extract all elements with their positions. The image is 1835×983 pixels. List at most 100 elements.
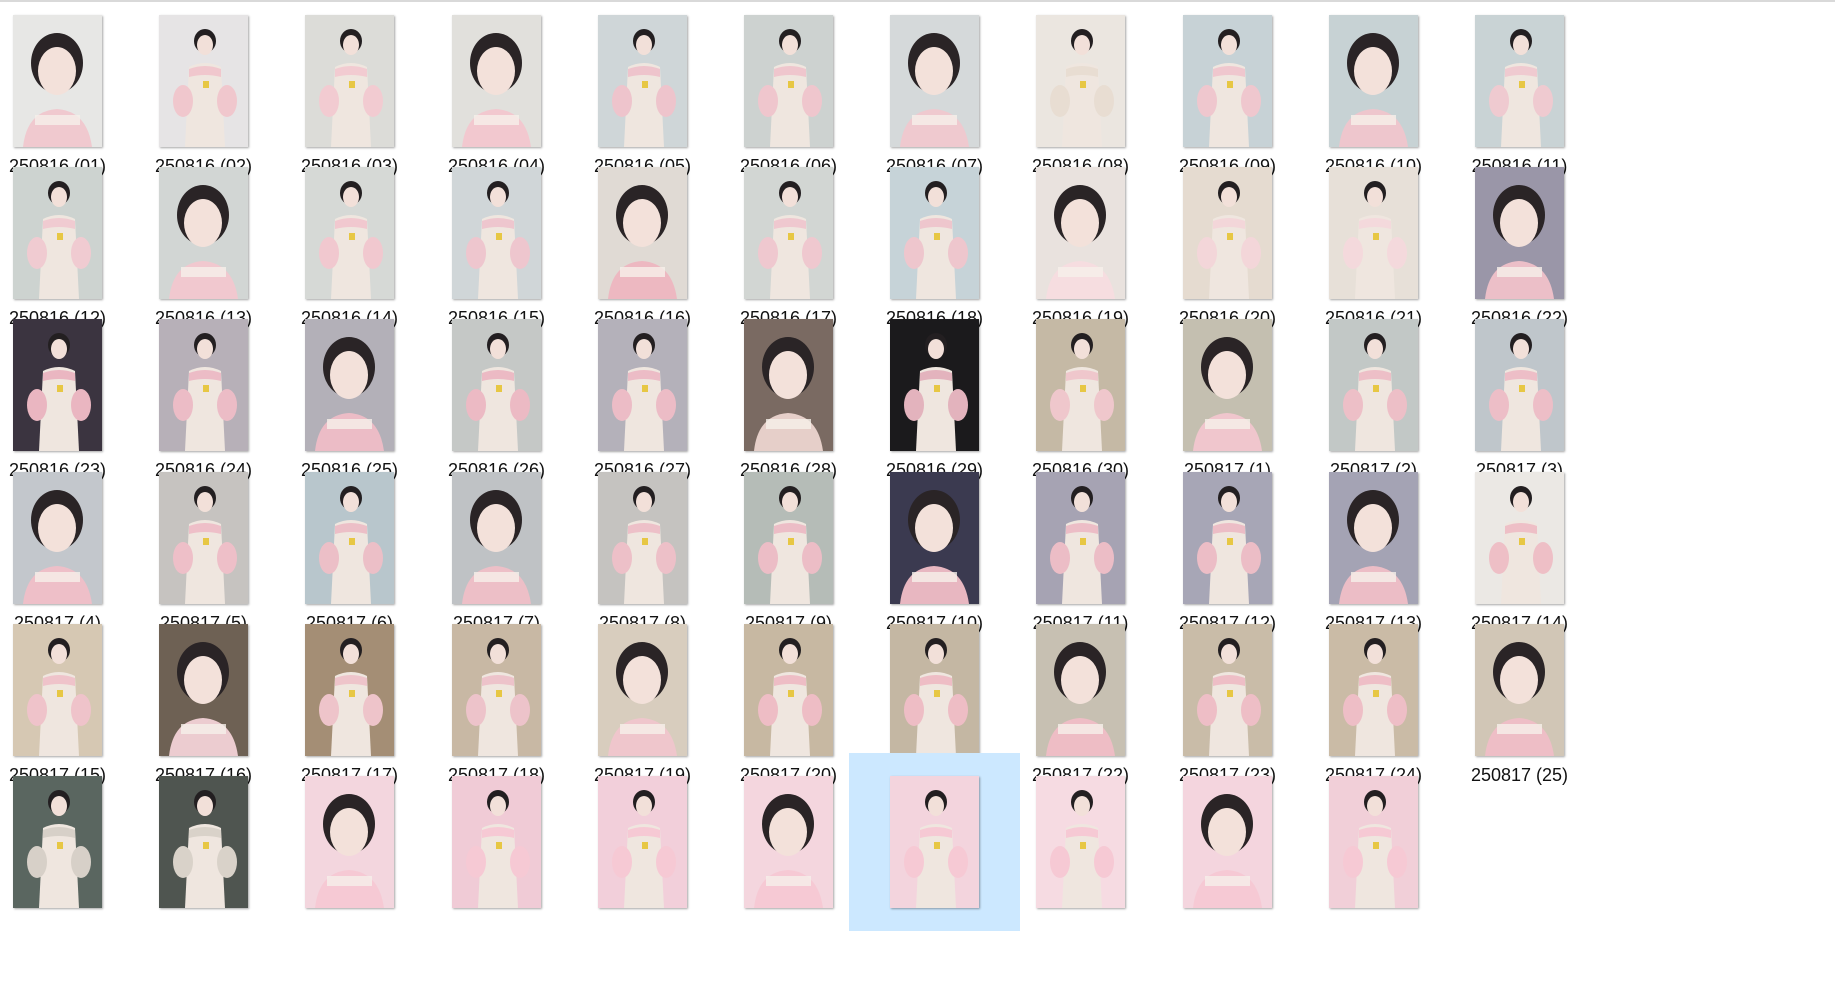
image-thumbnail[interactable] — [159, 167, 248, 299]
file-item[interactable]: 250817 (3) — [1434, 301, 1605, 480]
photo-icon — [1475, 167, 1564, 299]
image-thumbnail[interactable] — [890, 776, 979, 908]
image-thumbnail[interactable] — [1036, 167, 1125, 299]
photo-icon — [159, 319, 248, 451]
image-thumbnail[interactable] — [1036, 776, 1125, 908]
photo-icon — [1475, 472, 1564, 604]
image-thumbnail[interactable] — [305, 776, 394, 908]
image-thumbnail[interactable] — [1036, 319, 1125, 451]
image-thumbnail[interactable] — [1329, 319, 1418, 451]
image-thumbnail[interactable] — [1183, 624, 1272, 756]
image-thumbnail[interactable] — [1183, 15, 1272, 147]
image-thumbnail[interactable] — [1475, 624, 1564, 756]
image-thumbnail[interactable] — [452, 472, 541, 604]
image-thumbnail[interactable] — [452, 167, 541, 299]
image-thumbnail[interactable] — [159, 776, 248, 908]
image-thumbnail[interactable] — [598, 472, 687, 604]
photo-icon — [1329, 15, 1418, 147]
image-thumbnail[interactable] — [13, 776, 102, 908]
image-thumbnail[interactable] — [890, 319, 979, 451]
image-thumbnail[interactable] — [159, 472, 248, 604]
image-thumbnail[interactable] — [305, 15, 394, 147]
image-thumbnail[interactable] — [890, 624, 979, 756]
image-thumbnail[interactable] — [890, 472, 979, 604]
photo-icon — [452, 167, 541, 299]
image-thumbnail[interactable] — [744, 319, 833, 451]
image-thumbnail[interactable] — [305, 472, 394, 604]
image-thumbnail[interactable] — [13, 624, 102, 756]
image-thumbnail[interactable] — [1329, 776, 1418, 908]
image-thumbnail[interactable] — [13, 472, 102, 604]
photo-icon — [1329, 624, 1418, 756]
image-thumbnail[interactable] — [598, 624, 687, 756]
photo-icon — [1475, 15, 1564, 147]
image-thumbnail[interactable] — [13, 319, 102, 451]
image-thumbnail[interactable] — [1183, 319, 1272, 451]
image-thumbnail[interactable] — [744, 624, 833, 756]
photo-icon — [159, 15, 248, 147]
photo-icon — [305, 15, 394, 147]
photo-icon — [744, 776, 833, 908]
image-thumbnail[interactable] — [1329, 167, 1418, 299]
photo-icon — [452, 776, 541, 908]
photo-icon — [890, 472, 979, 604]
image-thumbnail[interactable] — [159, 624, 248, 756]
image-thumbnail[interactable] — [452, 319, 541, 451]
image-thumbnail[interactable] — [1036, 624, 1125, 756]
photo-icon — [1475, 319, 1564, 451]
image-thumbnail[interactable] — [1183, 776, 1272, 908]
image-thumbnail[interactable] — [598, 776, 687, 908]
file-item[interactable]: 250817 (25) — [1434, 606, 1605, 785]
photo-icon — [890, 624, 979, 756]
file-item[interactable]: 250816 (25) — [264, 301, 435, 480]
image-thumbnail[interactable] — [1036, 472, 1125, 604]
photo-icon — [305, 167, 394, 299]
image-thumbnail[interactable] — [744, 472, 833, 604]
image-thumbnail[interactable] — [1475, 15, 1564, 147]
image-thumbnail[interactable] — [598, 167, 687, 299]
image-thumbnail[interactable] — [1475, 472, 1564, 604]
photo-icon — [13, 167, 102, 299]
image-thumbnail[interactable] — [598, 319, 687, 451]
photo-icon — [13, 472, 102, 604]
image-thumbnail[interactable] — [452, 776, 541, 908]
file-item[interactable] — [995, 758, 1166, 936]
image-thumbnail[interactable] — [744, 776, 833, 908]
file-item[interactable] — [1288, 758, 1459, 936]
image-thumbnail[interactable] — [159, 319, 248, 451]
photo-icon — [598, 472, 687, 604]
image-thumbnail[interactable] — [159, 15, 248, 147]
photo-icon — [159, 776, 248, 908]
photo-icon — [1183, 319, 1272, 451]
photo-icon — [1329, 472, 1418, 604]
image-thumbnail[interactable] — [598, 15, 687, 147]
image-thumbnail[interactable] — [13, 167, 102, 299]
photo-icon — [305, 776, 394, 908]
file-item[interactable]: 250816 (30) — [995, 301, 1166, 480]
image-thumbnail[interactable] — [305, 319, 394, 451]
file-item[interactable] — [264, 758, 435, 936]
image-thumbnail[interactable] — [1036, 15, 1125, 147]
photo-icon — [1036, 472, 1125, 604]
image-thumbnail[interactable] — [744, 167, 833, 299]
image-thumbnail[interactable] — [305, 167, 394, 299]
image-thumbnail[interactable] — [1475, 319, 1564, 451]
image-thumbnail[interactable] — [1183, 167, 1272, 299]
image-thumbnail[interactable] — [13, 15, 102, 147]
image-thumbnail[interactable] — [452, 15, 541, 147]
photo-icon — [744, 167, 833, 299]
image-thumbnail[interactable] — [452, 624, 541, 756]
image-thumbnail[interactable] — [1329, 624, 1418, 756]
photo-icon — [159, 167, 248, 299]
image-thumbnail[interactable] — [1183, 472, 1272, 604]
image-thumbnail[interactable] — [1329, 15, 1418, 147]
image-thumbnail[interactable] — [1329, 472, 1418, 604]
image-thumbnail[interactable] — [1475, 167, 1564, 299]
photo-icon — [1183, 472, 1272, 604]
photo-icon — [598, 319, 687, 451]
image-thumbnail[interactable] — [305, 624, 394, 756]
image-thumbnail[interactable] — [744, 15, 833, 147]
image-thumbnail[interactable] — [890, 15, 979, 147]
image-thumbnail[interactable] — [890, 167, 979, 299]
photo-icon — [1329, 167, 1418, 299]
